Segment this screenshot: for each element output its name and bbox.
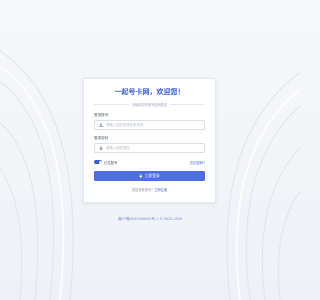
register-prefix: 若还未有账号？ — [131, 188, 155, 192]
footer-icp[interactable]: 湘ICP备2022000025号-1 © 2020-2025 — [0, 216, 300, 221]
login-button-label: 立即登录 — [144, 173, 160, 178]
password-label: 登录密码 — [94, 136, 109, 140]
password-field[interactable] — [94, 143, 205, 153]
remember-label: 记住账号 — [104, 160, 118, 165]
divider — [170, 104, 205, 105]
login-card: 一起号卡网，欢迎您！ 请使用您的账号密码登录 登录账号 登录密码 记住账号 — [83, 78, 216, 203]
username-input[interactable] — [106, 123, 201, 127]
login-options: 记住账号 忘记密码? — [94, 159, 205, 165]
login-subtitle: 请使用您的账号密码登录 — [131, 103, 168, 107]
register-link[interactable]: 立即注册 — [154, 188, 167, 192]
divider — [94, 104, 129, 105]
username-label: 登录账号 — [94, 113, 109, 117]
login-button[interactable]: 立即登录 — [94, 171, 205, 181]
user-icon — [98, 123, 103, 128]
remember-toggle[interactable] — [94, 160, 102, 164]
lock-icon — [139, 174, 143, 178]
lock-icon — [98, 146, 103, 151]
register-row: 若还未有账号？立即注册 — [94, 187, 205, 192]
forgot-password-link[interactable]: 忘记密码? — [190, 160, 205, 165]
login-title: 一起号卡网，欢迎您！ — [114, 88, 185, 96]
login-subtitle-row: 请使用您的账号密码登录 — [94, 102, 205, 107]
username-field[interactable] — [94, 120, 205, 130]
remember-account[interactable]: 记住账号 — [94, 160, 118, 165]
password-input[interactable] — [106, 146, 201, 150]
